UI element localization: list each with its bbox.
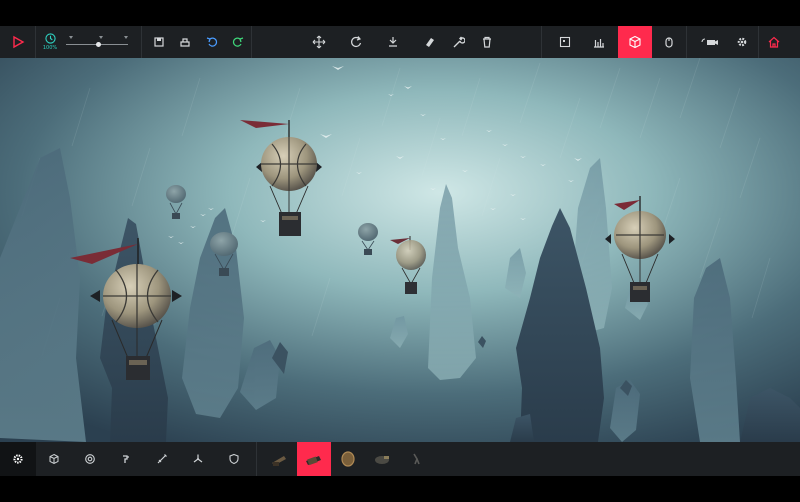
rotate-icon (351, 36, 362, 47)
move-icon (312, 35, 326, 49)
mouse-icon (665, 37, 673, 48)
weapon-icon (157, 454, 167, 464)
load-machine-icon (180, 38, 190, 47)
settings-button[interactable] (727, 26, 757, 58)
trash-icon (482, 36, 491, 48)
build-mode-button[interactable] (618, 26, 652, 58)
block-shield[interactable] (331, 442, 365, 476)
category-flight[interactable] (180, 442, 216, 476)
slider-tick (124, 36, 128, 39)
time-scale-value: 100% (42, 45, 58, 51)
time-scale-slider[interactable] (66, 36, 136, 50)
block-icon (49, 453, 59, 465)
block-grabber[interactable] (399, 442, 433, 476)
save-button[interactable] (146, 26, 172, 58)
block-shrapnel-cannon[interactable] (297, 442, 331, 476)
home-button[interactable] (759, 26, 789, 58)
settings-icon (737, 37, 747, 47)
mechanism-icon (123, 455, 129, 463)
flight-icon (193, 454, 203, 463)
shield-block-icon (341, 451, 355, 467)
load-machine-button[interactable] (172, 26, 198, 58)
eraser-icon (426, 38, 435, 47)
category-basic[interactable] (0, 442, 36, 476)
home-icon (768, 36, 780, 48)
bottom-letterbox (0, 476, 800, 502)
wrench-icon (453, 36, 466, 48)
block-cannon[interactable] (263, 442, 297, 476)
category-armour[interactable] (216, 442, 252, 476)
play-button[interactable] (0, 26, 35, 58)
block-bomb[interactable] (365, 442, 399, 476)
redo-button[interactable] (225, 26, 251, 58)
undo-icon (206, 37, 217, 47)
frame-view-button[interactable] (550, 26, 580, 58)
save-icon (154, 37, 164, 47)
camera-button[interactable] (693, 26, 727, 58)
frame-icon (559, 36, 571, 48)
slider-knob[interactable] (96, 42, 101, 47)
bomb-block-icon (375, 456, 389, 464)
gear-icon (13, 454, 23, 464)
block-toolbar (0, 442, 800, 476)
cube-icon (629, 35, 641, 49)
snap-down-button[interactable] (378, 26, 407, 58)
camera-icon (701, 38, 718, 45)
grabber-block-icon (413, 453, 420, 465)
play-icon (12, 35, 24, 49)
stats-icon (594, 39, 604, 48)
shrapnel-cannon-block-icon (306, 456, 321, 466)
category-locomotion[interactable] (72, 442, 108, 476)
trash-button[interactable] (472, 26, 501, 58)
wheel-icon (85, 454, 95, 464)
sky-scene (0, 58, 800, 442)
time-scale-display: 100% (42, 33, 58, 51)
mouse-orbit-button[interactable] (654, 26, 684, 58)
slider-tick (99, 36, 103, 39)
clock-icon (44, 33, 56, 44)
snap-down-icon (388, 37, 397, 47)
top-toolbar: 100% (0, 26, 800, 58)
category-weaponry[interactable] (144, 442, 180, 476)
redo-icon (232, 37, 244, 47)
toolbar-divider (256, 442, 257, 476)
wrench-button[interactable] (444, 26, 473, 58)
top-letterbox (0, 0, 800, 26)
armour-icon (229, 453, 239, 465)
eraser-button[interactable] (415, 26, 444, 58)
cannon-block-icon (272, 456, 286, 466)
slider-tick (69, 36, 73, 39)
game-viewport[interactable] (0, 58, 800, 442)
time-scale-control[interactable]: 100% (36, 26, 136, 58)
stats-button[interactable] (584, 26, 614, 58)
rotate-tool-button[interactable] (342, 26, 371, 58)
undo-button[interactable] (199, 26, 225, 58)
category-blocks[interactable] (36, 442, 72, 476)
move-tool-button[interactable] (305, 26, 334, 58)
category-mechanical[interactable] (108, 442, 144, 476)
